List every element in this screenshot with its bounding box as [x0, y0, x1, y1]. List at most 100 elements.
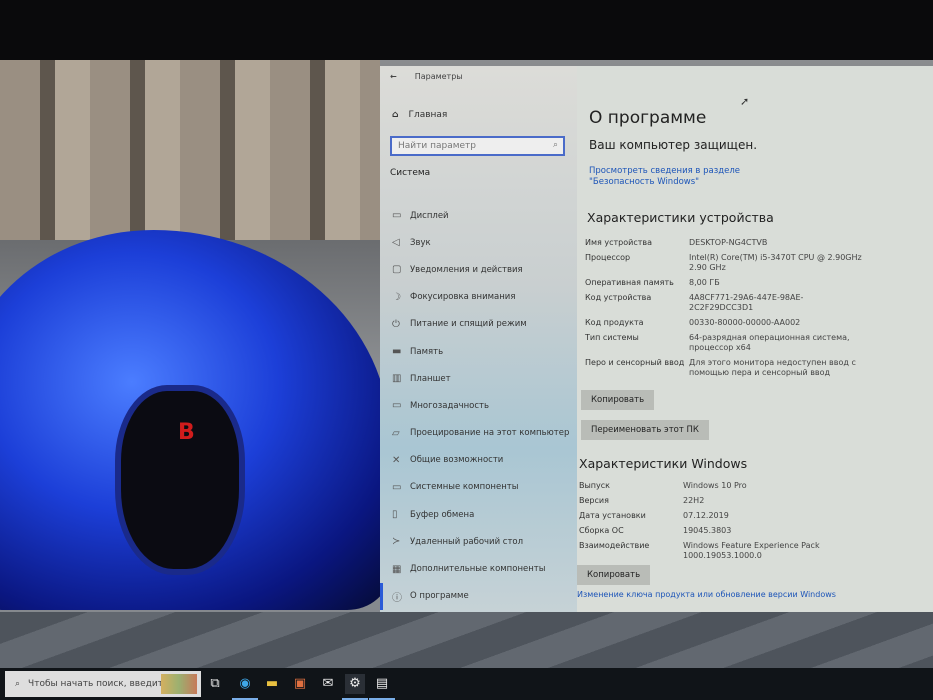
sidebar-item-label: Дополнительные компоненты	[410, 564, 546, 575]
sidebar-nav: ▭ Дисплей ◁ Звук ▢ Уведомления и действия ☽ Фок…	[380, 202, 577, 610]
sidebar-item[interactable]: ⓘ О программе	[380, 582, 577, 610]
spec-row: Перо и сенсорный ввод Для этого монитора …	[585, 358, 865, 378]
taskbar-search[interactable]: ⌕ Чтобы начать поиск, введите	[5, 671, 201, 697]
sidebar-item-label: Дисплей	[410, 210, 449, 221]
spec-row: Имя устройства DESKTOP-NG4CTVB	[585, 238, 865, 248]
spec-value: DESKTOP-NG4CTVB	[689, 238, 768, 247]
taskbar: ⌕ Чтобы начать поиск, введите ⧉ ◉ ▬ ▣ ✉ ⚙…	[0, 668, 933, 700]
spec-label: Сборка ОС	[579, 526, 624, 535]
sidebar-item-label: Многозадачность	[410, 400, 489, 411]
spec-value: 19045.3803	[683, 526, 732, 535]
sidebar-item[interactable]: ▬ Память	[380, 338, 577, 365]
shared-icon: ✕	[392, 454, 401, 466]
spec-value: 64-разрядная операционная система, проце…	[689, 333, 850, 352]
spec-label: Перо и сенсорный ввод	[585, 358, 685, 367]
sidebar-item[interactable]: ▱ Проецирование на этот компьютер	[380, 420, 577, 447]
title-bar: ← Параметры	[390, 72, 463, 81]
sidebar-item[interactable]: ⏻ Питание и спящий режим	[380, 311, 577, 338]
power-icon: ⏻	[392, 318, 400, 330]
spec-value: 4A8CF771-29A6-447E-98AE-2C2F29DCC3D1	[689, 293, 804, 312]
file-explorer-icon[interactable]: ▬	[262, 674, 282, 694]
spec-label: Выпуск	[579, 481, 610, 490]
remote-icon: ≻	[392, 536, 401, 548]
spec-row: Код устройства 4A8CF771-29A6-447E-98AE-2C…	[585, 293, 865, 313]
spec-value: Windows 10 Pro	[683, 481, 747, 490]
sidebar-item-label: Буфер обмена	[410, 509, 475, 520]
mouse-cursor-icon: ➚	[740, 95, 750, 108]
sidebar-item-label: Память	[410, 346, 444, 357]
settings-search-input[interactable]: Найти параметр ⌕	[390, 136, 565, 156]
task-view-icon[interactable]: ⧉	[205, 674, 225, 694]
spec-label: Имя устройства	[585, 238, 653, 247]
sidebar-item-label: Звук	[410, 237, 431, 248]
change-key-link[interactable]: Изменение ключа продукта или обновление …	[577, 590, 836, 599]
sidebar-item[interactable]: ◁ Звук	[380, 229, 577, 256]
speaker-icon: ◁	[392, 237, 400, 249]
search-icon: ⌕	[552, 140, 558, 150]
sidebar-item[interactable]: ▯ Буфер обмена	[380, 501, 577, 528]
home-icon: ⌂	[392, 110, 399, 120]
sidebar-item[interactable]: ▭ Многозадачность	[380, 392, 577, 419]
spec-value: 8,00 ГБ	[689, 278, 720, 287]
home-label: Главная	[408, 110, 448, 120]
spec-row: Выпуск Windows 10 Pro	[579, 481, 859, 491]
windows-specs-heading: Характеристики Windows	[579, 456, 748, 471]
spec-label: Оперативная память	[585, 278, 674, 287]
sidebar-item[interactable]: ☽ Фокусировка внимания	[380, 284, 577, 311]
mail-icon[interactable]: ✉	[318, 674, 338, 694]
settings-content: О программе Ваш компьютер защищен. Просм…	[577, 66, 933, 612]
tablet-icon: ▥	[392, 373, 402, 385]
project-icon: ▱	[392, 427, 400, 439]
spec-value: Для этого монитора недоступен ввод с пом…	[689, 358, 856, 377]
spec-label: Версия	[579, 496, 609, 505]
spec-row: Дата установки 07.12.2019	[579, 511, 859, 521]
settings-sidebar: ← Параметры ⌂ Главная Найти параметр ⌕ Сист…	[380, 66, 577, 612]
sidebar-item-label: Системные компоненты	[410, 482, 519, 493]
sidebar-item[interactable]: ▥ Планшет	[380, 365, 577, 392]
sidebar-item-label: Общие возможности	[410, 455, 504, 466]
spec-value: Windows Feature Experience Pack 1000.190…	[683, 541, 820, 560]
storage-icon: ▬	[392, 346, 402, 358]
spec-row: Взаимодействие Windows Feature Experience…	[579, 541, 859, 561]
sidebar-item[interactable]: ✕ Общие возможности	[380, 447, 577, 474]
window-title: Параметры	[414, 72, 463, 81]
sidebar-item-label: Уведомления и действия	[410, 264, 523, 275]
sidebar-item-label: Фокусировка внимания	[410, 292, 516, 303]
copy-windows-button[interactable]: Копировать	[577, 565, 651, 585]
moon-icon: ☽	[392, 291, 401, 303]
taskbar-search-placeholder: Чтобы начать поиск, введите	[28, 679, 169, 689]
rename-pc-button[interactable]: Переименовать этот ПК	[581, 420, 709, 440]
device-specs-list: Имя устройства DESKTOP-NG4CTVB Процессор In…	[585, 238, 865, 383]
sidebar-item-label: Проецирование на этот компьютер	[410, 428, 570, 439]
sidebar-item[interactable]: ▢ Уведомления и действия	[380, 256, 577, 283]
back-arrow-icon[interactable]: ←	[390, 72, 397, 81]
sidebar-item-label: Питание и спящий режим	[410, 319, 527, 330]
sidebar-item-label: О программе	[410, 591, 469, 602]
security-link[interactable]: Просмотреть сведения в разделе "Безопасн…	[589, 166, 799, 188]
spec-row: Тип системы 64-разрядная операционная сис…	[585, 333, 865, 353]
info-icon: ⓘ	[392, 592, 402, 604]
search-highlight-image	[161, 674, 197, 694]
spec-label: Код устройства	[585, 293, 652, 302]
home-link[interactable]: ⌂ Главная	[392, 110, 447, 120]
spec-label: Тип системы	[585, 333, 639, 342]
sidebar-item[interactable]: ▭ Дисплей	[380, 202, 577, 229]
settings-window: ← Параметры ⌂ Главная Найти параметр ⌕ Сист…	[380, 66, 933, 612]
sidebar-item[interactable]: ▦ Дополнительные компоненты	[380, 555, 577, 582]
clipboard-icon: ▯	[392, 509, 398, 521]
settings-icon[interactable]: ⚙	[342, 674, 368, 700]
sidebar-item[interactable]: ▭ Системные компоненты	[380, 474, 577, 501]
spec-row: Процессор Intel(R) Core(TM) i5-3470T CPU …	[585, 253, 865, 273]
copy-device-button[interactable]: Копировать	[581, 390, 655, 410]
sidebar-item-label: Планшет	[410, 373, 451, 384]
sidebar-item[interactable]: ≻ Удаленный рабочий стол	[380, 528, 577, 555]
notification-icon: ▢	[392, 264, 402, 276]
spec-label: Код продукта	[585, 318, 644, 327]
wallpaper-building	[0, 60, 380, 240]
edge-icon[interactable]: ◉	[232, 674, 258, 700]
spec-value: 00330-80000-00000-AA002	[689, 318, 801, 327]
components-icon: ▭	[392, 481, 402, 493]
app-icon[interactable]: ▤	[369, 674, 395, 700]
store-icon[interactable]: ▣	[290, 674, 310, 694]
windows-specs-list: Выпуск Windows 10 Pro Версия 22H2 Дата устан…	[579, 481, 859, 566]
